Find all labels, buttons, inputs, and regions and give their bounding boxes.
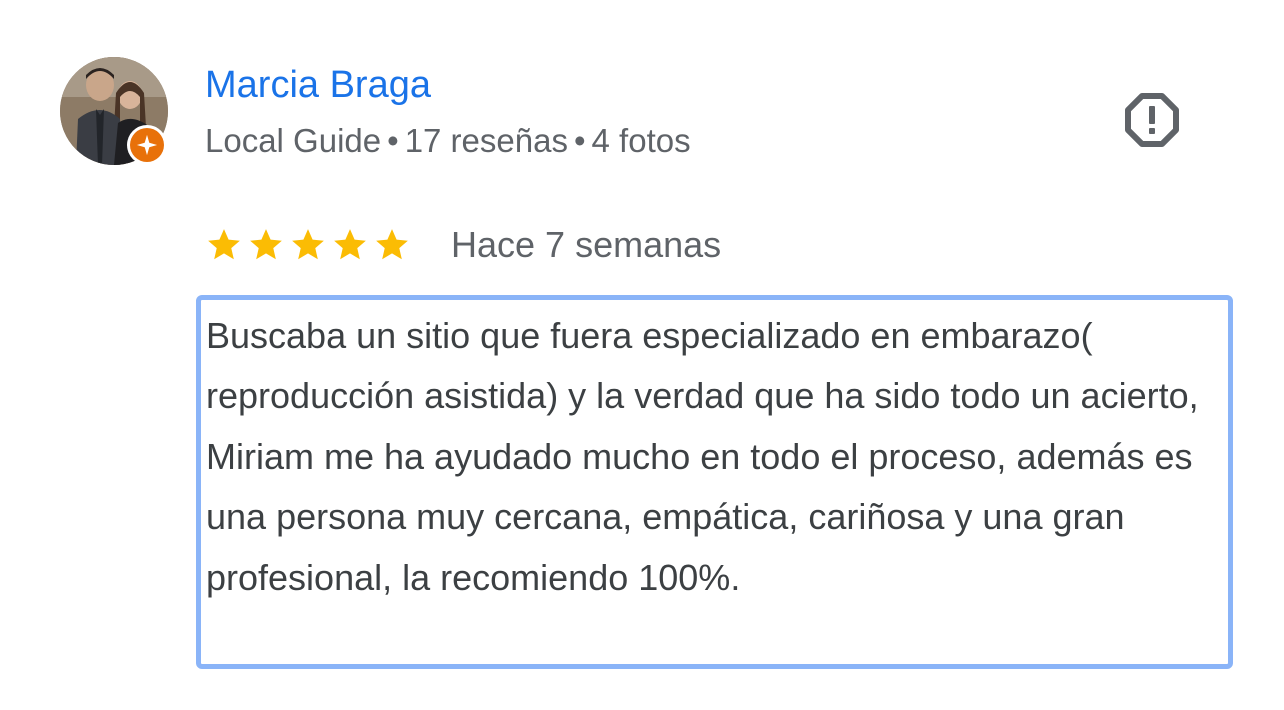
star-icon: [208, 229, 240, 260]
rating-row: Hace 7 semanas: [205, 222, 721, 268]
report-flag-icon: [1125, 93, 1179, 147]
star-icon: [292, 229, 324, 260]
meta-separator: •: [387, 122, 399, 159]
avatar-container[interactable]: [60, 57, 168, 165]
review-count: 17 reseñas: [404, 122, 568, 159]
star-icon: [250, 229, 282, 260]
review-date: Hace 7 semanas: [451, 224, 722, 265]
author-name-link[interactable]: Marcia Braga: [205, 62, 431, 108]
local-guide-badge: [127, 125, 167, 165]
star-icon: [376, 229, 408, 260]
local-guide-star-icon: [136, 134, 158, 156]
review-text[interactable]: Buscaba un sitio que fuera especializado…: [196, 295, 1233, 669]
meta-separator: •: [573, 122, 586, 159]
review-card: Marcia Braga Local Guide • 17 reseñas • 4 fo…: [0, 0, 1284, 710]
star-rating: [205, 226, 411, 264]
report-review-button[interactable]: [1122, 90, 1182, 150]
photo-count: 4 fotos: [591, 122, 691, 159]
star-icon: [334, 229, 366, 260]
author-meta: Local Guide • 17 reseñas • 4 fotos: [205, 120, 691, 162]
local-guide-label: Local Guide: [205, 122, 382, 159]
